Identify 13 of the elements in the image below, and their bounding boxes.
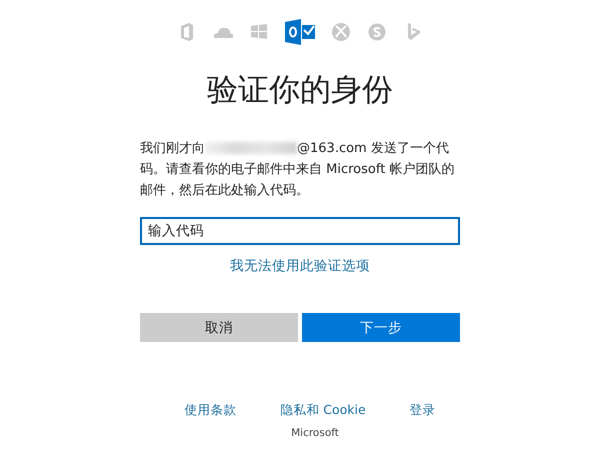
x-circle-icon[interactable] [330, 21, 352, 43]
page-title: 验证你的身份 [206, 71, 394, 110]
code-input-field[interactable]: 输入代码 [140, 217, 460, 245]
s-circle-icon[interactable] [366, 21, 388, 43]
footer-link[interactable]: 登录 [410, 402, 436, 419]
footer-link[interactable]: 使用条款 [184, 402, 236, 419]
mail-icon[interactable] [284, 18, 316, 46]
brand-text: Microsoft [290, 427, 339, 439]
message-text: 我们刚才向 @163.com 发送了一个代码。请查看你的电子邮件中来自 Microsoft 帐户团队的邮件，然后在此处输入代码。 [140, 140, 456, 200]
next-button[interactable]: 下一步 [302, 313, 460, 342]
alternate-verification-link[interactable]: 我无法使用此验证选项 [230, 257, 370, 275]
footer-link[interactable]: 隐私和 Cookie [280, 402, 366, 419]
cancel-button[interactable]: 取消 [140, 313, 298, 342]
